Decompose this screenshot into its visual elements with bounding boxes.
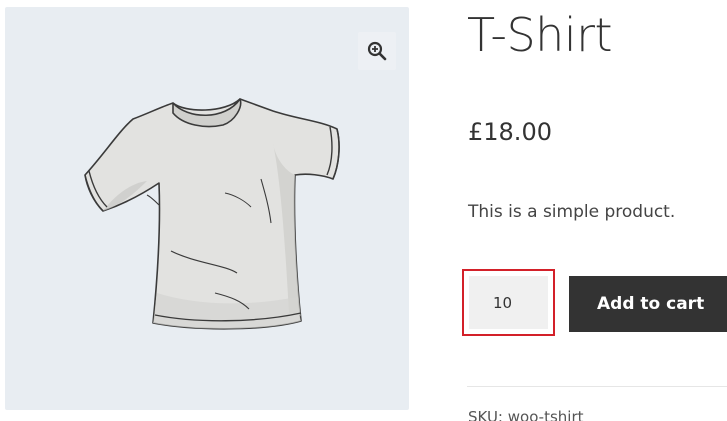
sku-label: SKU: — [468, 408, 503, 421]
product-price: £18.00 — [468, 118, 552, 146]
product-sku: SKU: woo-tshirt — [468, 410, 584, 421]
add-to-cart-button[interactable]: Add to cart — [569, 276, 727, 332]
zoom-in-icon — [367, 41, 387, 61]
product-gallery — [5, 7, 409, 410]
product-description: This is a simple product. — [468, 202, 676, 222]
quantity-input[interactable] — [469, 276, 548, 329]
meta-divider — [467, 386, 727, 387]
sku-value: woo-tshirt — [507, 408, 584, 421]
product-page: T-Shirt £18.00 This is a simple product.… — [0, 0, 727, 421]
product-image[interactable] — [75, 83, 345, 335]
product-title: T-Shirt — [467, 8, 613, 62]
zoom-button[interactable] — [358, 32, 396, 70]
